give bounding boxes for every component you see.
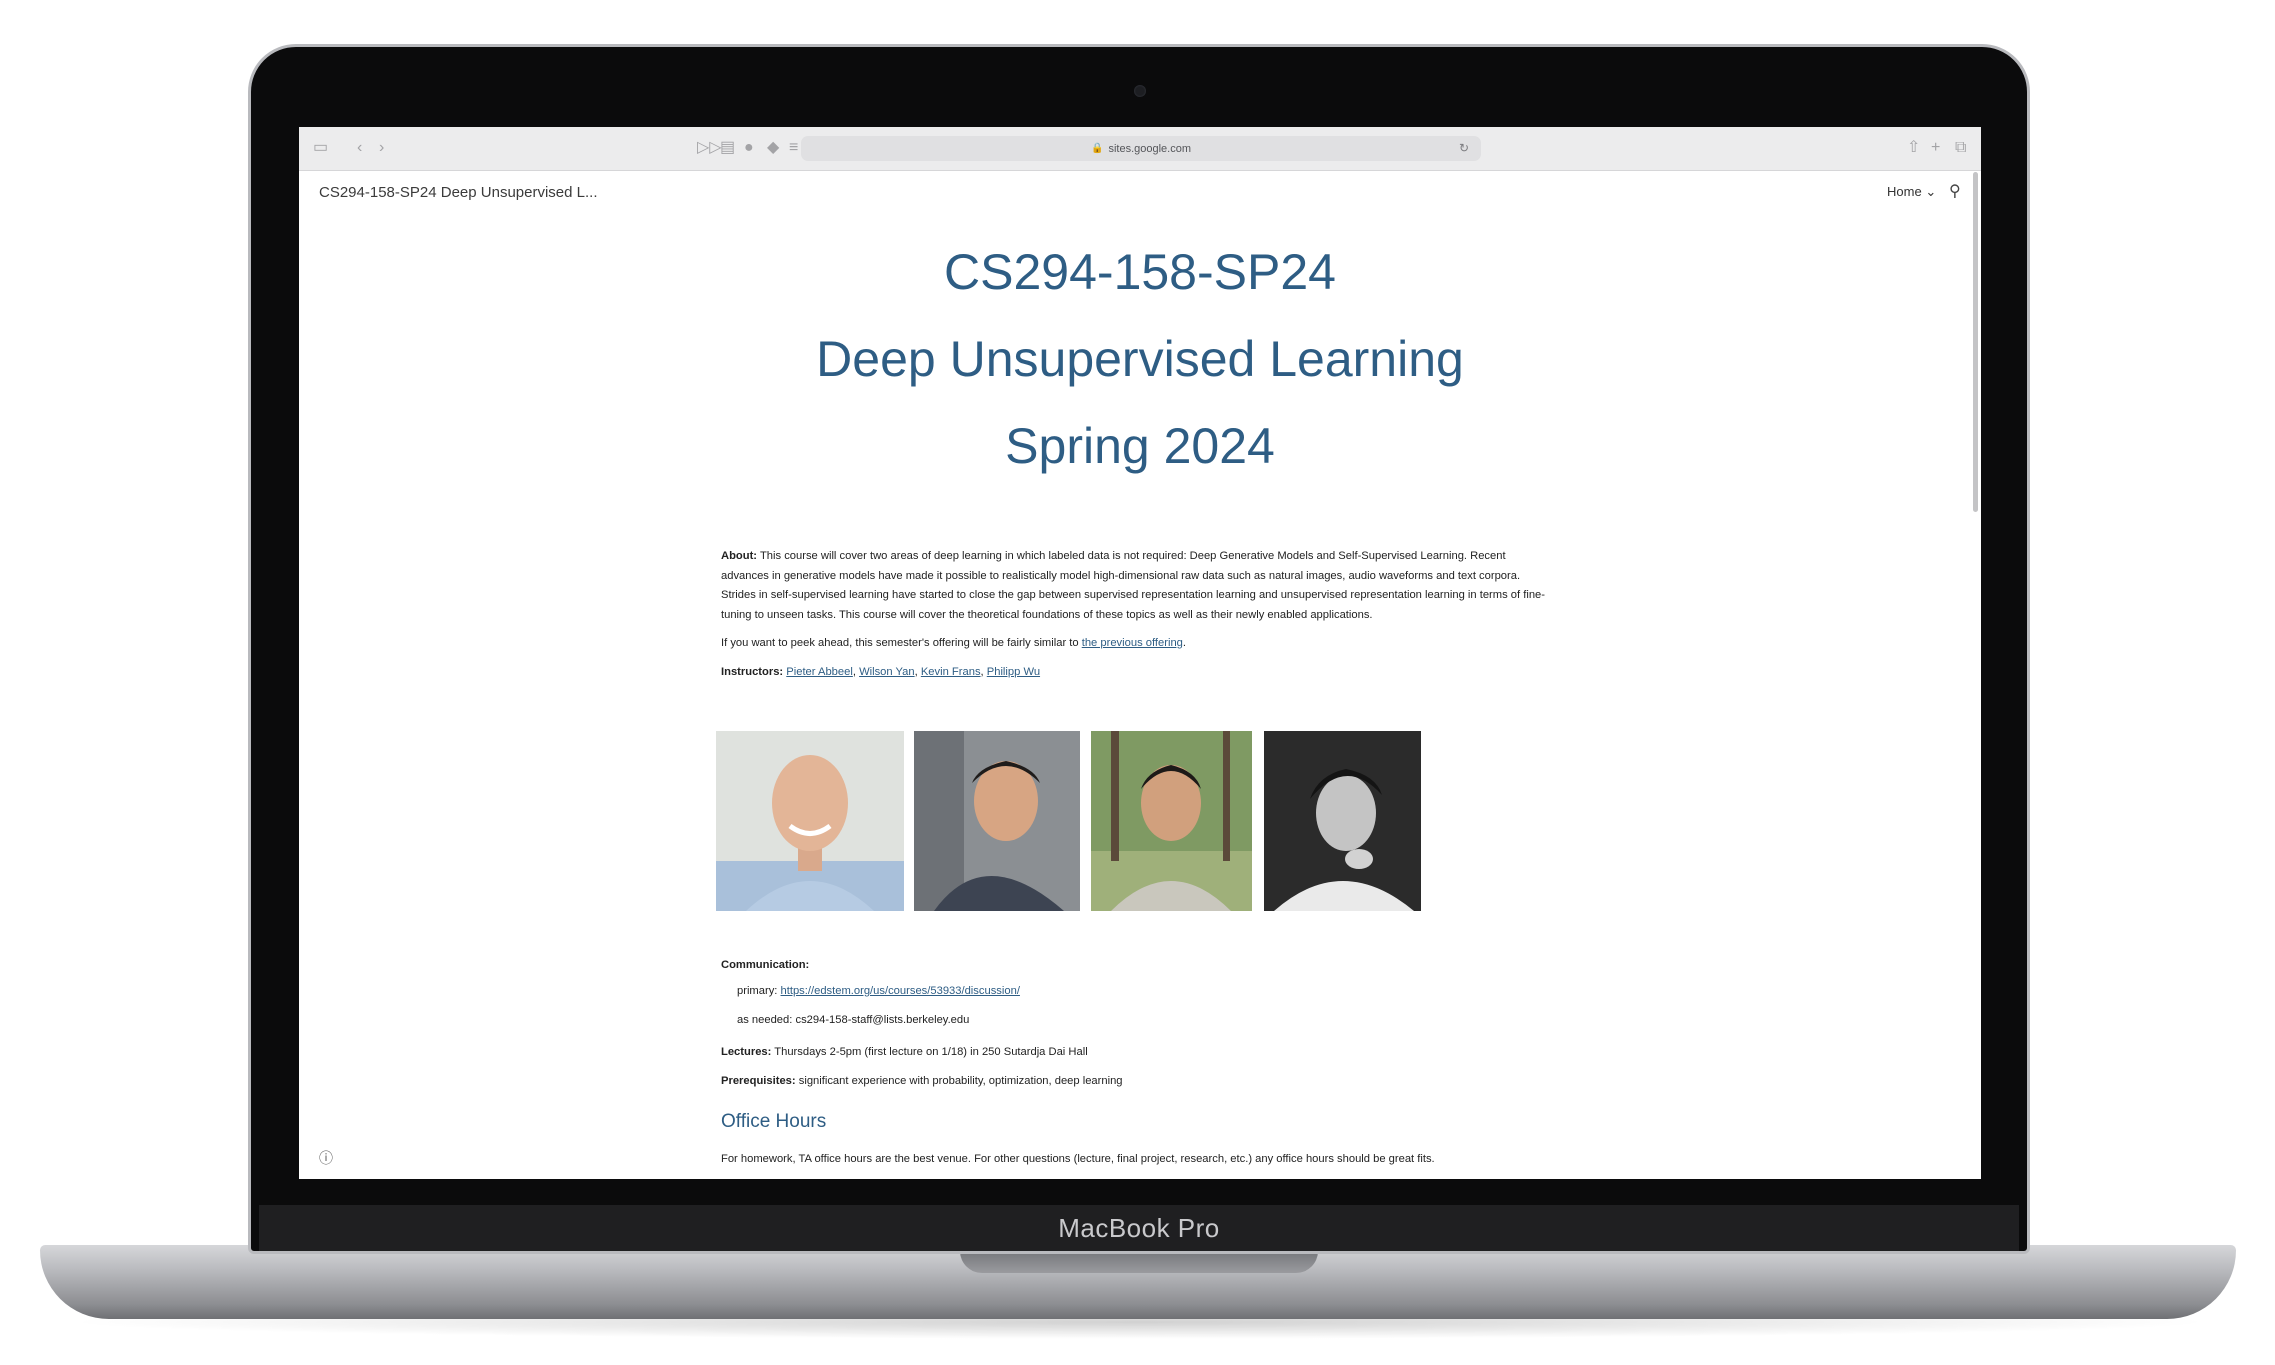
tag-icon[interactable]: ◆ — [767, 139, 779, 157]
reader-icon[interactable]: ▷▷ — [697, 139, 722, 157]
browser-toolbar: ▭ ‹ › ▷▷ ▤ ● ◆ ≡ 🔒 sites.google.com ↻ ⇧ … — [299, 127, 1981, 171]
laptop-chin: MacBook Pro — [259, 1205, 2019, 1251]
screen: ▭ ‹ › ▷▷ ▤ ● ◆ ≡ 🔒 sites.google.com ↻ ⇧ … — [299, 127, 1981, 1179]
peek-text: If you want to peek ahead, this semester… — [721, 637, 1082, 649]
prereq-label: Prerequisites: — [721, 1075, 796, 1087]
camera — [1134, 85, 1146, 97]
page-title: CS294-158-SP24 — [944, 244, 1336, 300]
instructor-link-yan[interactable]: Wilson Yan — [859, 666, 915, 678]
new-tab-icon[interactable]: + — [1931, 139, 1940, 157]
instructor-photo-3 — [1091, 731, 1252, 911]
instructor-link-abbeel[interactable]: Pieter Abbeel — [786, 666, 853, 678]
chevron-down-icon: ⌄ — [1925, 184, 1937, 199]
communication-label: Communication: — [721, 959, 810, 971]
office-hours-heading: Office Hours — [721, 1111, 827, 1132]
share-icon[interactable]: ⇧ — [1907, 139, 1920, 157]
sidebar-icon[interactable]: ▭ — [313, 139, 328, 157]
communication-heading: Communication: — [721, 956, 1551, 976]
instructor-link-wu[interactable]: Philipp Wu — [987, 666, 1040, 678]
nav-home-label: Home — [1887, 184, 1922, 199]
peek-end: . — [1182, 637, 1186, 649]
address-text: sites.google.com — [1108, 142, 1191, 155]
about-paragraph: About: This course will cover two areas … — [721, 547, 1551, 625]
search-icon[interactable]: ⚲ — [1949, 181, 1961, 201]
peek-paragraph: If you want to peek ahead, this semester… — [721, 634, 1551, 654]
instructor-photo-2 — [914, 731, 1080, 911]
office-hours-text: For homework, TA office hours are the be… — [721, 1153, 1435, 1165]
edstem-link[interactable]: https://edstem.org/us/courses/53933/disc… — [781, 985, 1020, 997]
instructors-paragraph: Instructors: Pieter Abbeel, Wilson Yan, … — [721, 666, 1041, 678]
primary-label: primary: — [737, 985, 778, 997]
back-icon[interactable]: ‹ — [357, 139, 362, 157]
instructors-label: Instructors: — [721, 666, 784, 678]
site-title[interactable]: CS294-158-SP24 Deep Unsupervised L... — [319, 184, 598, 201]
nav-home[interactable]: Home ⌄ — [1887, 184, 1936, 200]
prerequisites-info: Prerequisites: significant experience wi… — [721, 1072, 1551, 1092]
instructor-photo-4 — [1264, 731, 1421, 911]
address-bar[interactable]: 🔒 sites.google.com ↻ — [801, 136, 1481, 161]
instructor-photo-1 — [716, 731, 904, 911]
lectures-label: Lectures: — [721, 1046, 772, 1058]
instructor-link-frans[interactable]: Kevin Frans — [921, 666, 981, 678]
device-label: MacBook Pro — [1058, 1212, 1220, 1243]
tabs-overview-icon[interactable]: ⧉ — [1955, 139, 1966, 157]
staff-email: as needed: cs294-158-staff@lists.berkele… — [737, 1014, 970, 1026]
list-icon[interactable]: ≡ — [789, 139, 798, 157]
page-subtitle: Deep Unsupervised Learning — [816, 331, 1464, 387]
lock-icon: 🔒 — [1091, 143, 1104, 154]
page-term: Spring 2024 — [1005, 418, 1275, 474]
prereq-text: significant experience with probability,… — [798, 1075, 1123, 1087]
info-icon[interactable]: ⓘ — [319, 1148, 333, 1168]
reload-icon[interactable]: ↻ — [1459, 141, 1469, 155]
extension-icon[interactable]: ● — [744, 139, 754, 157]
about-text: This course will cover two areas of deep… — [721, 550, 1546, 621]
about-label: About: — [721, 550, 758, 562]
previous-offering-link[interactable]: the previous offering — [1082, 637, 1183, 649]
primary-channel: primary: https://edstem.org/us/courses/5… — [737, 985, 1020, 997]
lectures-text: Thursdays 2-5pm (first lecture on 1/18) … — [774, 1046, 1088, 1058]
site-header: CS294-158-SP24 Deep Unsupervised L... Ho… — [299, 170, 1981, 226]
forward-icon[interactable]: › — [379, 139, 384, 157]
lectures-info: Lectures: Thursdays 2-5pm (first lecture… — [721, 1043, 1551, 1063]
document-icon[interactable]: ▤ — [720, 139, 735, 157]
